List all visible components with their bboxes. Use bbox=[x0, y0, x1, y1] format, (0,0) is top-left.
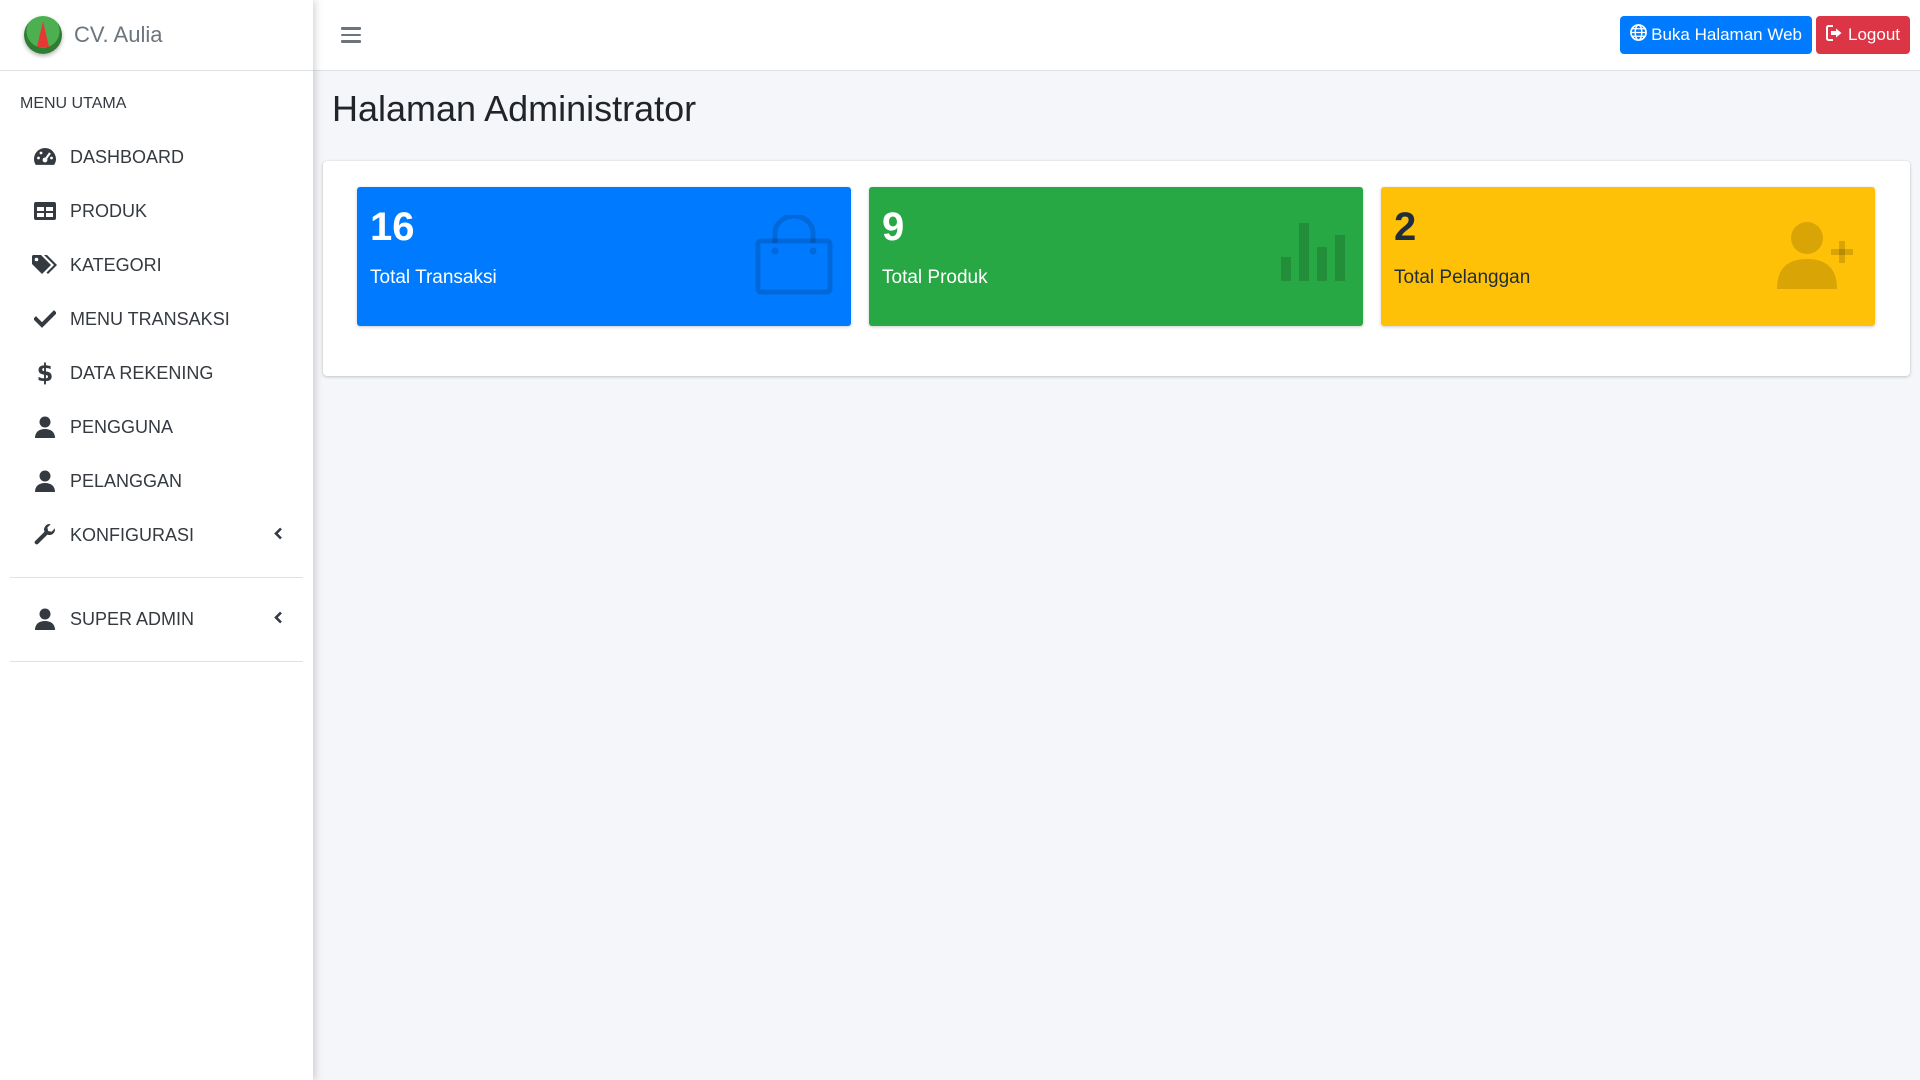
user-icon bbox=[32, 468, 58, 494]
bar-chart-icon bbox=[1281, 223, 1345, 286]
check-icon bbox=[32, 306, 58, 332]
sidebar-item-label: KONFIGURASI bbox=[70, 524, 195, 545]
brand-link[interactable]: CV. Aulia bbox=[0, 0, 313, 71]
sidebar-item-super-admin[interactable]: SUPER ADMIN bbox=[0, 592, 313, 646]
stat-label: Total Pelanggan bbox=[1394, 267, 1531, 288]
sidebar-item-label: KATEGORI bbox=[70, 254, 162, 275]
stat-box-pelanggan: 2 Total Pelanggan bbox=[1381, 187, 1875, 326]
sidebar-item-label: MENU TRANSAKSI bbox=[70, 308, 230, 329]
sidebar-admin-menu: SUPER ADMIN bbox=[0, 592, 313, 646]
tachometer-icon bbox=[32, 144, 58, 170]
globe-icon bbox=[1630, 24, 1648, 46]
user-icon bbox=[32, 606, 58, 632]
sign-out-icon bbox=[1826, 24, 1844, 46]
sidebar-item-pengguna[interactable]: PENGGUNA bbox=[0, 400, 313, 454]
sidebar-item-konfigurasi[interactable]: KONFIGURASI bbox=[0, 508, 313, 562]
topbar-actions: Buka Halaman Web Logout bbox=[1620, 16, 1910, 54]
logout-label: Logout bbox=[1848, 25, 1900, 44]
open-website-label: Buka Halaman Web bbox=[1651, 25, 1802, 44]
stat-box-transaksi: 16 Total Transaksi bbox=[357, 187, 851, 326]
stat-value: 9 bbox=[882, 205, 905, 249]
sidebar-item-label: PENGGUNA bbox=[70, 416, 174, 437]
table-icon bbox=[32, 198, 58, 224]
sidebar-item-dashboard[interactable]: DASHBOARD bbox=[0, 130, 313, 184]
chevron-left-icon bbox=[273, 609, 283, 630]
user-icon bbox=[32, 414, 58, 440]
wrench-icon bbox=[32, 522, 58, 548]
dollar-icon: $ bbox=[36, 359, 54, 387]
sidebar-item-produk[interactable]: PRODUK bbox=[0, 184, 313, 238]
menu-header: MENU UTAMA bbox=[20, 95, 127, 112]
shopping-bag-icon bbox=[755, 213, 833, 300]
open-website-button[interactable]: Buka Halaman Web bbox=[1620, 16, 1812, 54]
page-title: Halaman Administrator bbox=[332, 88, 697, 129]
sidebar-item-label: PELANGGAN bbox=[70, 470, 183, 491]
sidebar-item-label: DATA REKENING bbox=[70, 362, 214, 383]
sidebar-item-label: DASHBOARD bbox=[70, 146, 185, 167]
stat-box-produk: 9 Total Produk bbox=[869, 187, 1363, 326]
stat-value: 2 bbox=[1394, 205, 1417, 249]
hamburger-menu-icon[interactable] bbox=[341, 27, 361, 43]
stat-value: 16 bbox=[370, 205, 415, 249]
tags-icon bbox=[32, 252, 58, 278]
sidebar-item-menu-transaksi[interactable]: MENU TRANSAKSI bbox=[0, 292, 313, 346]
sidebar-divider bbox=[10, 577, 303, 578]
brand-name: CV. Aulia bbox=[74, 22, 163, 47]
brand-logo bbox=[24, 16, 62, 54]
user-plus-icon bbox=[1777, 221, 1857, 294]
sidebar: CV. Aulia MENU UTAMA DASHBOARD PRODUK KA… bbox=[0, 0, 313, 1080]
sidebar-divider bbox=[10, 661, 303, 662]
sidebar-item-kategori[interactable]: KATEGORI bbox=[0, 238, 313, 292]
logout-button[interactable]: Logout bbox=[1816, 16, 1910, 54]
chevron-left-icon bbox=[273, 525, 283, 546]
stat-label: Total Produk bbox=[882, 267, 988, 288]
dashboard-card: 16 Total Transaksi 9 Total Produk 2 Tota… bbox=[323, 161, 1910, 376]
sidebar-item-pelanggan[interactable]: PELANGGAN bbox=[0, 454, 313, 508]
sidebar-item-label: SUPER ADMIN bbox=[70, 608, 195, 629]
sidebar-menu: DASHBOARD PRODUK KATEGORI MENU TRANSAKSI… bbox=[0, 130, 313, 562]
stat-label: Total Transaksi bbox=[370, 267, 497, 288]
sidebar-item-data-rekening[interactable]: $ DATA REKENING bbox=[0, 346, 313, 400]
sidebar-item-label: PRODUK bbox=[70, 200, 148, 221]
topbar: Buka Halaman Web Logout bbox=[313, 0, 1920, 71]
